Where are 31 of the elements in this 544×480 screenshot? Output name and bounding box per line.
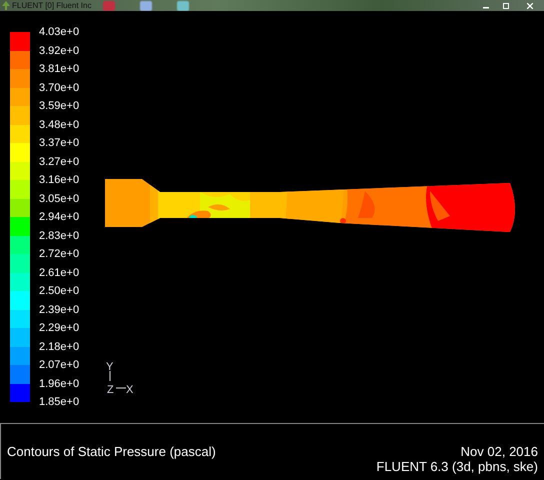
scale-label: 2.94e+0 bbox=[39, 210, 80, 225]
scale-label: 2.29e+0 bbox=[39, 321, 80, 336]
scale-label: 2.50e+0 bbox=[39, 284, 80, 299]
maximize-icon bbox=[503, 2, 509, 8]
scale-label: 3.70e+0 bbox=[39, 80, 80, 96]
app-icon bbox=[2, 1, 10, 10]
scale-label: 2.39e+0 bbox=[39, 302, 80, 318]
scale-label: 3.37e+0 bbox=[39, 136, 80, 151]
scale-label: 2.72e+0 bbox=[39, 247, 80, 262]
solver-version: FLUENT 6.3 (3d, pbns, ske) bbox=[376, 459, 538, 474]
scale-label: 2.18e+0 bbox=[39, 340, 80, 354]
axis-label: Z bbox=[107, 384, 114, 396]
scale-label: 2.61e+0 bbox=[39, 266, 80, 280]
scale-label: 3.92e+0 bbox=[39, 44, 80, 58]
scale-label: 2.83e+0 bbox=[39, 228, 80, 244]
scale-label: 3.48e+0 bbox=[39, 118, 80, 132]
scale-label: 3.81e+0 bbox=[39, 62, 80, 77]
plot-title: Contours of Static Pressure (pascal) bbox=[7, 444, 216, 459]
scale-label: 3.05e+0 bbox=[39, 192, 80, 206]
scale-label: 1.85e+0 bbox=[39, 395, 80, 410]
plot-date: Nov 02, 2016 bbox=[460, 444, 538, 459]
scale-label: 3.27e+0 bbox=[39, 154, 80, 170]
axis-label: X bbox=[126, 384, 134, 396]
scale-label: 1.96e+0 bbox=[39, 376, 80, 392]
close-icon bbox=[527, 2, 533, 8]
scale-label: 3.59e+0 bbox=[39, 99, 80, 114]
scale-label: 3.16e+0 bbox=[39, 173, 80, 188]
window-title: FLUENT [0] Fluent Inc bbox=[12, 0, 92, 10]
scale-label: 4.03e+0 bbox=[39, 25, 80, 40]
scale-label: 2.07e+0 bbox=[39, 358, 80, 373]
axis-label: Y bbox=[106, 361, 114, 373]
